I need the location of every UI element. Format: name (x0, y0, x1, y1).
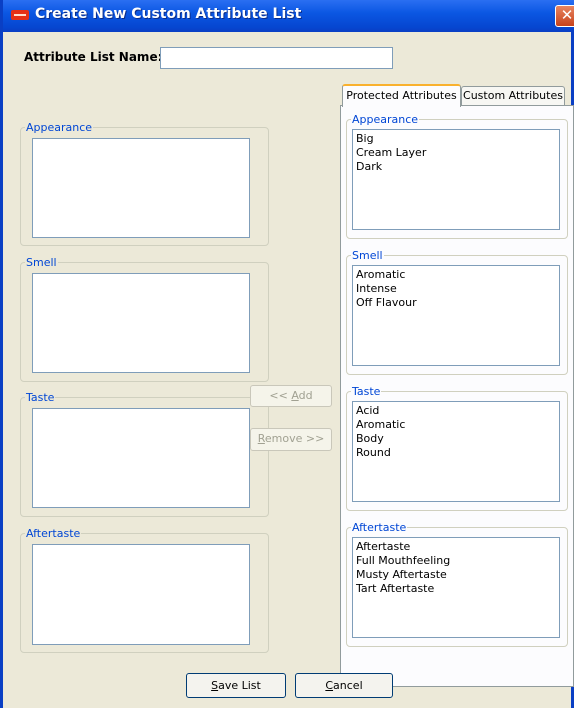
tab-custom-attributes[interactable]: Custom Attributes (461, 86, 565, 106)
group-caption: Smell (25, 256, 58, 269)
protected-attributes-panel: Appearance Big Cream Layer Dark Smell Ar… (340, 105, 574, 687)
list-item[interactable]: Aftertaste (356, 540, 556, 554)
group-caption: Taste (25, 391, 56, 404)
list-item[interactable]: Acid (356, 404, 556, 418)
list-item[interactable]: Aromatic (356, 418, 556, 432)
dialog-window: Create New Custom Attribute List ✕ Attri… (0, 0, 574, 708)
cancel-button[interactable]: Cancel (295, 673, 393, 698)
list-item[interactable]: Cream Layer (356, 146, 556, 160)
list-item[interactable]: Intense (356, 282, 556, 296)
right-appearance-listbox[interactable]: Big Cream Layer Dark (352, 129, 560, 230)
close-button[interactable]: ✕ (555, 5, 574, 27)
list-item[interactable]: Off Flavour (356, 296, 556, 310)
save-list-button[interactable]: Save List (186, 673, 286, 698)
left-group-smell: Smell (20, 256, 269, 382)
list-item[interactable]: Dark (356, 160, 556, 174)
left-group-aftertaste: Aftertaste (20, 527, 269, 653)
attribute-list-name-label: Attribute List Name: (24, 50, 163, 64)
right-smell-listbox[interactable]: Aromatic Intense Off Flavour (352, 265, 560, 366)
right-group-smell: Smell Aromatic Intense Off Flavour (346, 249, 568, 375)
right-taste-listbox[interactable]: Acid Aromatic Body Round (352, 401, 560, 502)
cancel-rest: ancel (333, 679, 363, 692)
left-group-taste: Taste (20, 391, 269, 517)
group-caption: Smell (351, 249, 384, 262)
left-smell-listbox[interactable] (32, 273, 250, 373)
right-aftertaste-listbox[interactable]: Aftertaste Full Mouthfeeling Musty After… (352, 537, 560, 638)
left-appearance-listbox[interactable] (32, 138, 250, 238)
cancel-mnemonic: C (325, 679, 334, 692)
list-item[interactable]: Body (356, 432, 556, 446)
add-prefix: << (269, 389, 292, 402)
left-taste-listbox[interactable] (32, 408, 250, 508)
right-group-appearance: Appearance Big Cream Layer Dark (346, 113, 568, 239)
right-group-taste: Taste Acid Aromatic Body Round (346, 385, 568, 511)
list-item[interactable]: Aromatic (356, 268, 556, 282)
list-item[interactable]: Round (356, 446, 556, 460)
title-bar[interactable]: Create New Custom Attribute List ✕ (3, 0, 574, 32)
group-caption: Aftertaste (25, 527, 82, 540)
group-caption: Appearance (351, 113, 420, 126)
list-item[interactable]: Big (356, 132, 556, 146)
group-caption: Aftertaste (351, 521, 408, 534)
left-aftertaste-listbox[interactable] (32, 544, 250, 645)
save-rest: ave List (218, 679, 261, 692)
remove-mnemonic: R (257, 432, 265, 445)
left-group-appearance: Appearance (20, 121, 269, 246)
tab-protected-attributes[interactable]: Protected Attributes (342, 84, 461, 107)
list-item[interactable]: Tart Aftertaste (356, 582, 556, 596)
list-item[interactable]: Full Mouthfeeling (356, 554, 556, 568)
add-mnemonic: A (291, 389, 299, 402)
group-caption: Appearance (25, 121, 94, 134)
list-item[interactable]: Musty Aftertaste (356, 568, 556, 582)
remove-button[interactable]: Remove >> (250, 428, 332, 451)
right-group-aftertaste: Aftertaste Aftertaste Full Mouthfeeling … (346, 521, 568, 647)
app-logo-icon (11, 10, 29, 20)
add-rest: dd (298, 389, 313, 402)
add-button[interactable]: << Add (250, 385, 332, 407)
remove-rest: emove >> (264, 432, 325, 445)
window-title: Create New Custom Attribute List (35, 6, 302, 22)
group-caption: Taste (351, 385, 382, 398)
attribute-list-name-input[interactable] (160, 47, 393, 69)
